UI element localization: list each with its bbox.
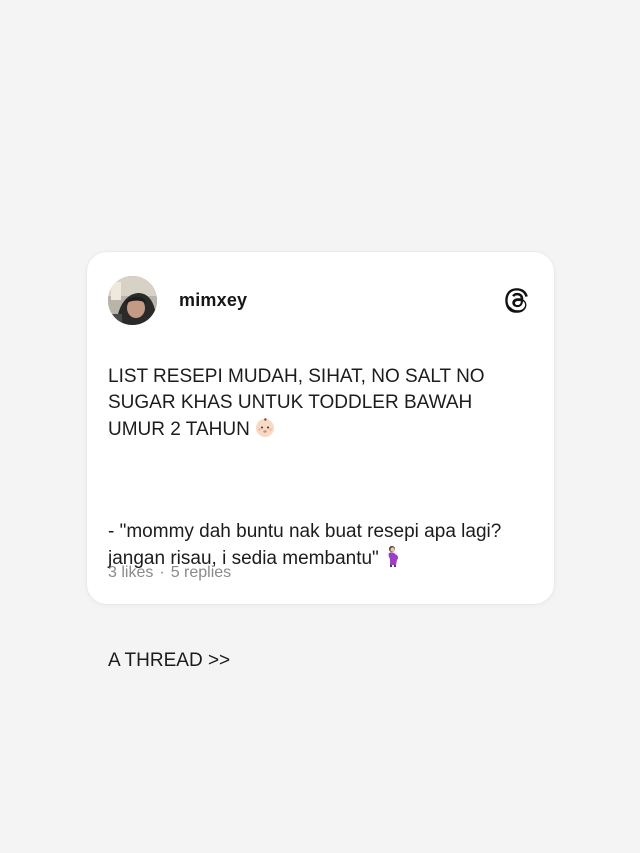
post-card[interactable]: mimxey LIST RESEPI MUDAH, SIHAT, NO SALT… <box>87 252 554 671</box>
avatar-image <box>108 276 157 325</box>
post-paragraph-2-text: - "mommy dah buntu nak buat resepi apa l… <box>108 521 502 569</box>
avatar[interactable] <box>108 276 157 325</box>
pregnant-woman-icon <box>388 546 398 567</box>
baby-face-icon <box>255 418 274 437</box>
likes-count[interactable]: 3 likes <box>108 564 153 581</box>
replies-count[interactable]: 5 replies <box>171 564 231 581</box>
post-body: LIST RESEPI MUDAH, SIHAT, NO SALT NO SUG… <box>108 338 508 700</box>
threads-logo-icon[interactable] <box>504 287 531 314</box>
stats-separator: · <box>159 564 165 581</box>
post-stats: 3 likes · 5 replies <box>108 564 231 582</box>
post-paragraph-1: LIST RESEPI MUDAH, SIHAT, NO SALT NO SUG… <box>108 364 508 443</box>
post-paragraph-3: A THREAD >> <box>108 650 231 671</box>
username[interactable]: mimxey <box>179 290 247 311</box>
post-paragraph-1-text: LIST RESEPI MUDAH, SIHAT, NO SALT NO SUG… <box>108 366 485 440</box>
